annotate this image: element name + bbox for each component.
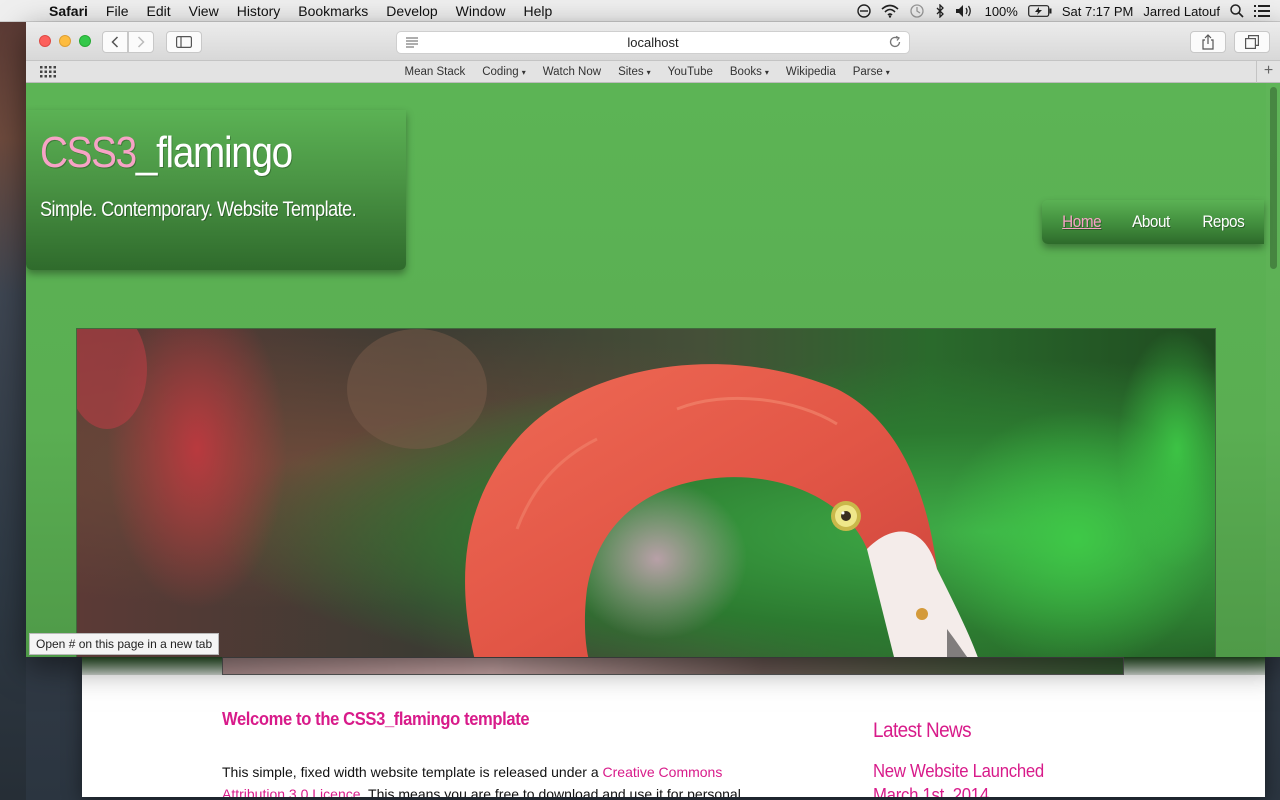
favorite-label: YouTube bbox=[667, 66, 713, 78]
safari-toolbar: localhost bbox=[26, 22, 1280, 61]
battery-charging-icon[interactable] bbox=[1027, 5, 1052, 17]
reader-view-icon[interactable] bbox=[405, 36, 419, 48]
link-status-tooltip: Open # on this page in a new tab bbox=[29, 633, 220, 655]
favorite-label: Sites bbox=[618, 66, 644, 78]
chevron-down-icon: ▾ bbox=[521, 68, 526, 77]
favorite-mean-stack[interactable]: Mean Stack bbox=[396, 66, 474, 78]
menu-help[interactable]: Help bbox=[514, 3, 561, 19]
desktop-wallpaper bbox=[0, 22, 26, 800]
nav-link-about[interactable]: About bbox=[1132, 212, 1170, 232]
intro-text-continued: . This means you are free to download an… bbox=[360, 786, 741, 797]
favorite-watch-now[interactable]: Watch Now bbox=[534, 66, 609, 78]
nav-link-repos[interactable]: Repos bbox=[1202, 212, 1244, 232]
news-item-date: March 1st, 2014 bbox=[873, 785, 989, 797]
intro-text: This simple, fixed width website templat… bbox=[222, 764, 599, 780]
favorite-wikipedia[interactable]: Wikipedia bbox=[777, 66, 844, 78]
favorite-label: Watch Now bbox=[542, 66, 602, 78]
chevron-down-icon: ▾ bbox=[646, 68, 651, 77]
macos-menu-bar: Safari File Edit View History Bookmarks … bbox=[0, 0, 1280, 22]
menu-window[interactable]: Window bbox=[447, 3, 515, 19]
do-not-disturb-icon[interactable] bbox=[856, 4, 871, 18]
back-button[interactable] bbox=[102, 31, 128, 53]
show-all-tabs-button[interactable] bbox=[1234, 31, 1270, 53]
menu-file[interactable]: File bbox=[97, 3, 138, 19]
site-title-rest: _flamingo bbox=[135, 128, 293, 177]
menu-app-safari[interactable]: Safari bbox=[40, 3, 97, 19]
site-logo-panel: CSS3_flamingo Simple. Contemporary. Webs… bbox=[26, 110, 406, 270]
favorites-grid-icon[interactable] bbox=[40, 66, 56, 78]
window-minimize-button[interactable] bbox=[59, 35, 71, 47]
site-main-navigation: Home About Repos bbox=[1042, 200, 1264, 244]
bluetooth-icon[interactable] bbox=[935, 4, 945, 18]
reload-icon[interactable] bbox=[888, 35, 902, 49]
favorites-bar: Mean Stack Coding ▾ Watch Now Sites ▾ YouTube B… bbox=[26, 61, 1280, 83]
flamingo-illustration bbox=[77, 329, 1215, 657]
background-hero-image-edge bbox=[222, 657, 1124, 675]
site-title-accent: CSS3 bbox=[40, 128, 137, 177]
wifi-icon[interactable] bbox=[881, 4, 899, 18]
chevron-down-icon: ▾ bbox=[885, 68, 890, 77]
latest-news-heading: Latest News bbox=[873, 719, 972, 742]
news-item-link[interactable]: New Website Launched bbox=[873, 761, 1044, 782]
favorites-items: Mean Stack Coding ▾ Watch Now Sites ▾ YouTube B… bbox=[396, 61, 898, 83]
chevron-down-icon: ▾ bbox=[764, 68, 769, 77]
creative-commons-link[interactable]: Creative Commons bbox=[603, 764, 723, 780]
page-scrollbar[interactable] bbox=[1266, 83, 1280, 657]
sidebar-icon bbox=[176, 36, 192, 48]
menu-develop[interactable]: Develop bbox=[377, 3, 446, 19]
forward-button[interactable] bbox=[128, 31, 154, 53]
notification-center-icon[interactable] bbox=[1254, 5, 1270, 17]
intro-paragraph: This simple, fixed width website templat… bbox=[222, 761, 802, 797]
window-fullscreen-button[interactable] bbox=[79, 35, 91, 47]
window-close-button[interactable] bbox=[39, 35, 51, 47]
favorite-parse[interactable]: Parse ▾ bbox=[844, 66, 898, 78]
scrollbar-thumb[interactable] bbox=[1270, 87, 1277, 269]
background-browser-window[interactable]: Welcome to the CSS3_flamingo template Th… bbox=[82, 657, 1265, 797]
menubar-status-area: 100% Sat 7:17 PM Jarred Latouf bbox=[856, 0, 1270, 22]
safari-window: localhost Mean Stack Coding ▾ Watch Now Site… bbox=[26, 22, 1280, 657]
show-sidebar-button[interactable] bbox=[166, 31, 202, 53]
licence-link[interactable]: Attribution 3.0 Licence bbox=[222, 786, 361, 797]
welcome-heading: Welcome to the CSS3_flamingo template bbox=[222, 709, 530, 729]
favorite-books[interactable]: Books ▾ bbox=[721, 66, 777, 78]
share-button[interactable] bbox=[1190, 31, 1226, 53]
favorite-coding[interactable]: Coding ▾ bbox=[474, 66, 534, 78]
time-machine-icon[interactable] bbox=[909, 3, 925, 19]
favorite-label: Wikipedia bbox=[785, 66, 836, 78]
flamingo-hero-image bbox=[76, 328, 1216, 657]
spotlight-search-icon[interactable] bbox=[1230, 4, 1244, 18]
favorite-label: Books bbox=[729, 66, 762, 78]
site-tagline: Simple. Contemporary. Website Template. bbox=[40, 198, 357, 221]
menu-view[interactable]: View bbox=[180, 3, 228, 19]
favorite-sites[interactable]: Sites ▾ bbox=[610, 66, 660, 78]
new-tab-plus-button[interactable]: + bbox=[1256, 61, 1280, 83]
favorite-label: Coding bbox=[482, 66, 519, 78]
volume-icon[interactable] bbox=[955, 4, 975, 18]
nav-link-home[interactable]: Home bbox=[1062, 212, 1101, 232]
menubar-user[interactable]: Jarred Latouf bbox=[1143, 4, 1220, 19]
favorite-youtube[interactable]: YouTube bbox=[659, 66, 721, 78]
address-bar[interactable]: localhost bbox=[396, 31, 910, 54]
tabs-overview-icon bbox=[1245, 35, 1259, 49]
menu-bookmarks[interactable]: Bookmarks bbox=[289, 3, 377, 19]
chevron-left-icon bbox=[111, 36, 119, 48]
web-page-viewport: CSS3_flamingo Simple. Contemporary. Webs… bbox=[26, 83, 1280, 657]
battery-percentage: 100% bbox=[984, 3, 1018, 19]
favorite-label: Parse bbox=[852, 66, 883, 78]
chevron-right-icon bbox=[137, 36, 145, 48]
site-title[interactable]: CSS3_flamingo bbox=[40, 128, 293, 178]
menubar-clock[interactable]: Sat 7:17 PM bbox=[1062, 4, 1134, 19]
menu-history[interactable]: History bbox=[228, 3, 290, 19]
favorite-label: Mean Stack bbox=[404, 66, 466, 78]
menu-edit[interactable]: Edit bbox=[137, 3, 179, 19]
share-icon bbox=[1202, 34, 1214, 50]
address-url: localhost bbox=[627, 35, 679, 50]
